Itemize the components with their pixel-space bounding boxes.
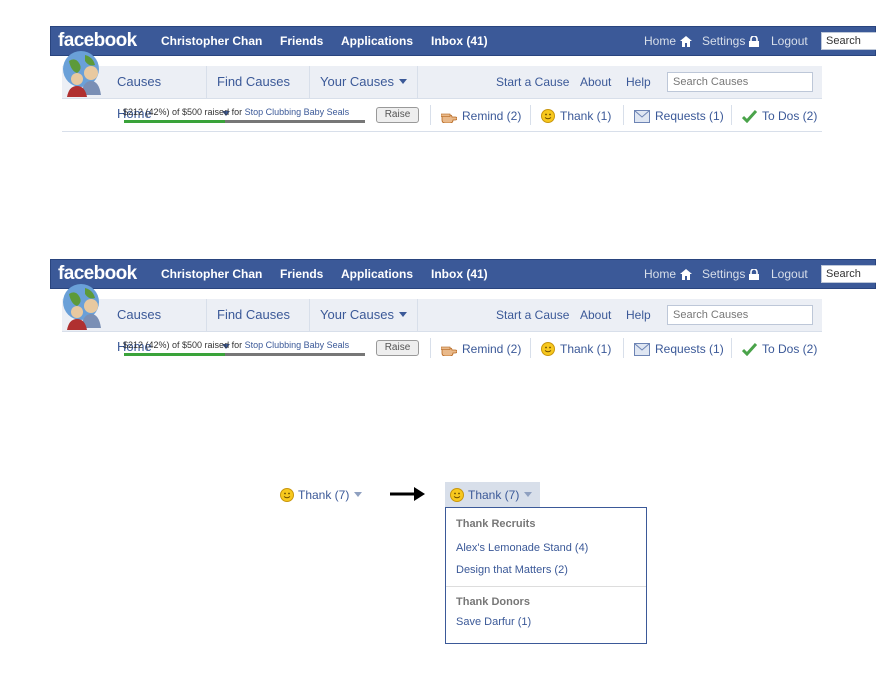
- progress-fill: [124, 120, 226, 123]
- thank-button[interactable]: Thank (1): [541, 109, 611, 123]
- cause-link[interactable]: Stop Clubbing Baby Seals: [245, 107, 350, 117]
- nav-profile[interactable]: Christopher Chan: [161, 267, 262, 281]
- help-link[interactable]: Help: [626, 308, 651, 322]
- chevron-down-icon: [398, 79, 407, 84]
- checkmark-icon: [741, 342, 758, 357]
- checkmark-icon: [741, 109, 758, 124]
- tab-find-causes[interactable]: Find Causes: [207, 299, 310, 349]
- facebook-search-input[interactable]: Search: [821, 265, 876, 283]
- nav-inbox[interactable]: Inbox (41): [431, 34, 488, 48]
- thank-dropdown-menu: Thank Recruits Alex's Lemonade Stand (4)…: [445, 507, 647, 644]
- tab-causes-home[interactable]: Causes Home: [107, 66, 207, 121]
- raised-summary: $212 (42%) of $500 raised for Stop Clubb…: [123, 340, 350, 350]
- help-link[interactable]: Help: [626, 75, 651, 89]
- divider: [430, 105, 431, 125]
- nav-home[interactable]: Home: [644, 34, 693, 48]
- causes-panel-2: facebook Christopher Chan Friends Applic…: [0, 259, 876, 399]
- start-a-cause-link[interactable]: Start a Cause: [496, 308, 569, 322]
- divider: [731, 338, 732, 358]
- smiley-icon: [541, 109, 555, 123]
- smiley-icon: [541, 342, 555, 356]
- remind-button[interactable]: Remind (2): [440, 109, 521, 124]
- envelope-icon: [634, 343, 650, 356]
- raise-button[interactable]: Raise: [376, 107, 419, 123]
- divider: [530, 338, 531, 358]
- nav-profile[interactable]: Christopher Chan: [161, 34, 262, 48]
- requests-button[interactable]: Requests (1): [634, 342, 724, 356]
- divider: [623, 105, 624, 125]
- thank-donors-heading: Thank Donors: [456, 596, 530, 608]
- lock-icon: [749, 36, 760, 47]
- nav-logout[interactable]: Logout: [771, 34, 808, 48]
- causes-panel-1: facebook Christopher Chan Friends Applic…: [0, 26, 876, 166]
- nav-friends[interactable]: Friends: [280, 267, 323, 281]
- tab-find-causes[interactable]: Find Causes: [207, 66, 310, 116]
- thank-button[interactable]: Thank (1): [541, 342, 611, 356]
- chevron-down-icon: [354, 492, 363, 497]
- progress-fill: [124, 353, 226, 356]
- chevron-down-icon: [398, 312, 407, 317]
- pointing-hand-icon: [440, 113, 458, 124]
- todos-button[interactable]: To Dos (2): [741, 109, 817, 124]
- thank-recruits-heading: Thank Recruits: [456, 518, 536, 530]
- divider: [530, 105, 531, 125]
- dropdown-divider: [446, 586, 646, 587]
- facebook-top-bar: facebook Christopher Chan Friends Applic…: [50, 259, 876, 289]
- thank-menu-open[interactable]: Thank (7): [445, 482, 540, 508]
- about-link[interactable]: About: [580, 75, 611, 89]
- search-causes-input[interactable]: Search Causes: [667, 305, 813, 325]
- dropdown-item[interactable]: Save Darfur (1): [456, 616, 531, 628]
- cause-link[interactable]: Stop Clubbing Baby Seals: [245, 340, 350, 350]
- tab-causes-home[interactable]: Causes Home: [107, 299, 207, 354]
- thank-menu-closed[interactable]: Thank (7): [280, 488, 363, 502]
- home-icon: [680, 269, 693, 280]
- chevron-down-icon: [524, 492, 533, 497]
- dropdown-item[interactable]: Design that Matters (2): [456, 564, 568, 576]
- smiley-icon: [450, 488, 464, 502]
- pointing-hand-icon: [440, 346, 458, 357]
- start-a-cause-link[interactable]: Start a Cause: [496, 75, 569, 89]
- raise-button[interactable]: Raise: [376, 340, 419, 356]
- nav-applications[interactable]: Applications: [341, 267, 413, 281]
- todos-button[interactable]: To Dos (2): [741, 342, 817, 357]
- nav-logout[interactable]: Logout: [771, 267, 808, 281]
- smiley-icon: [280, 488, 294, 502]
- nav-inbox[interactable]: Inbox (41): [431, 267, 488, 281]
- tab-your-causes[interactable]: Your Causes: [310, 299, 418, 331]
- divider: [623, 338, 624, 358]
- facebook-top-bar: facebook Christopher Chan Friends Applic…: [50, 26, 876, 56]
- about-link[interactable]: About: [580, 308, 611, 322]
- dropdown-item[interactable]: Alex's Lemonade Stand (4): [456, 542, 588, 554]
- nav-friends[interactable]: Friends: [280, 34, 323, 48]
- requests-button[interactable]: Requests (1): [634, 109, 724, 123]
- divider: [430, 338, 431, 358]
- nav-settings[interactable]: Settings: [702, 267, 760, 281]
- facebook-search-input[interactable]: Search: [821, 32, 876, 50]
- tab-your-causes[interactable]: Your Causes: [310, 66, 418, 98]
- nav-applications[interactable]: Applications: [341, 34, 413, 48]
- home-icon: [680, 36, 693, 47]
- fundraising-progress-bar: [124, 120, 365, 123]
- search-causes-input[interactable]: Search Causes: [667, 72, 813, 92]
- divider: [731, 105, 732, 125]
- arrow-right-icon: [390, 487, 425, 501]
- nav-home[interactable]: Home: [644, 267, 693, 281]
- fundraising-progress-bar: [124, 353, 365, 356]
- envelope-icon: [634, 110, 650, 123]
- remind-button[interactable]: Remind (2): [440, 342, 521, 357]
- nav-settings[interactable]: Settings: [702, 34, 760, 48]
- causes-globe-people-icon: [63, 284, 101, 330]
- causes-globe-people-icon: [63, 51, 101, 97]
- lock-icon: [749, 269, 760, 280]
- raised-summary: $212 (42%) of $500 raised for Stop Clubb…: [123, 107, 350, 117]
